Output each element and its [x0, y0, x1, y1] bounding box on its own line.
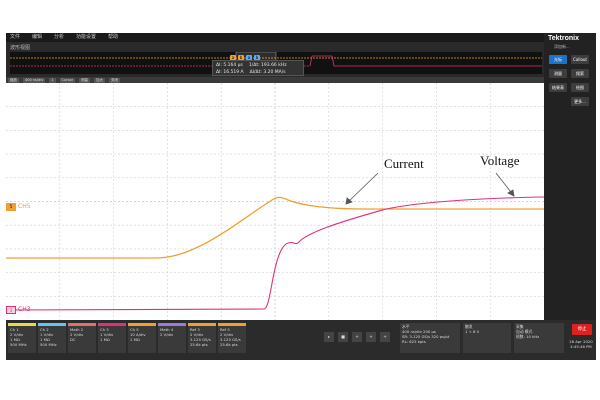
stop-control[interactable]: ■	[338, 332, 348, 342]
horizontal-info[interactable]: 水平 400 ns/div 200 µs SR: 3.125 GS/s 320 …	[400, 323, 460, 353]
toolbar-btn-measure[interactable]: 测量	[79, 77, 91, 83]
menu-edit[interactable]: 编辑	[32, 35, 42, 40]
cursor-button[interactable]: 光标	[549, 55, 567, 64]
ch5-label: CH5	[18, 203, 31, 210]
toolbar-btn-timebase[interactable]: 400 ns/div	[23, 77, 46, 83]
badge-ch3[interactable]: Ch 3 1 V/div 1 MΩ	[98, 323, 126, 353]
acquisition-frames: 帧数: 10 kHz	[516, 334, 540, 339]
toolbar-btn-1[interactable]: 1	[49, 77, 56, 83]
voltage-arrow	[495, 172, 515, 197]
plot-button[interactable]: 绘图	[571, 83, 589, 92]
trace-ch3	[6, 196, 545, 311]
badge-ch5-impedance: 1 MΩ	[130, 337, 140, 342]
menu-bar: 文件 编辑 分析 功能设置 帮助	[6, 33, 544, 42]
trigger-level: 1 ∿ 8 V	[465, 329, 480, 334]
oscilloscope-window: 文件 编辑 分析 功能设置 帮助 波形视图 a b a b ΔI: 5.164 …	[6, 33, 596, 360]
tektronix-logo: Tektronix	[548, 35, 579, 42]
badge-ch2-bandwidth: 500 MHz	[40, 342, 57, 347]
time-text: 4:45:46 PM	[570, 344, 592, 349]
badge-ch2[interactable]: Ch 2 1 V/div 1 MΩ 500 MHz	[38, 323, 66, 353]
current-annotation: Current	[384, 156, 424, 171]
badge-ch1[interactable]: Ch 1 2 V/div 1 MΩ 500 MHz	[8, 323, 36, 353]
badge-ref5[interactable]: Ref 5 2 V/div 3.125 GS/s 25.6k pts	[218, 323, 246, 353]
horizontal-recordlength: RL: 625 kpts	[402, 339, 426, 344]
channel-badge-bar: Ch 1 2 V/div 1 MΩ 500 MHz Ch 2 1 V/div 1…	[6, 320, 596, 360]
readout-delta-t: ΔI: 5.164 µs	[216, 63, 243, 68]
graticule-grid	[6, 83, 544, 320]
zoom-trace-ch3-pulse	[309, 55, 542, 67]
menu-file[interactable]: 文件	[10, 35, 20, 40]
toolbar-btn-zoom[interactable]: 缩放	[8, 77, 19, 83]
search-button[interactable]: 搜索	[571, 69, 589, 78]
badge-ch3-impedance: 1 MΩ	[100, 337, 110, 342]
date-time-display: 26 Apr 2020 4:45:46 PM	[568, 339, 594, 349]
ch3-marker-tag: 3	[6, 305, 16, 314]
toolbar-btn-enlarge[interactable]: 加大	[94, 77, 106, 83]
zoom-overview-label: 波形视图	[10, 45, 31, 51]
bus-control[interactable]: +	[380, 332, 390, 342]
badge-math4[interactable]: Math 4 2 V/div	[158, 323, 186, 353]
ch5-marker-tag: 5	[6, 202, 16, 211]
badge-math4-scale: 2 V/div	[160, 332, 174, 337]
menu-analyze[interactable]: 分析	[54, 35, 64, 40]
ch5-marker[interactable]: 5 CH5	[6, 202, 32, 211]
callout-button[interactable]: Callout	[571, 55, 589, 64]
readout-slope: ΔI/Δt: 3.20 MA/s	[249, 70, 286, 75]
cursor-readout: ΔI: 5.164 µs 1/Δt: 193.66 kHz ΔI: 16.519…	[212, 60, 304, 76]
badge-math2-coupling: DC	[70, 337, 76, 342]
badge-math2[interactable]: Math 2 2 V/div DC	[68, 323, 96, 353]
waveform-plot[interactable]: 5 CH5 3 CH3 Current Voltage	[6, 83, 545, 320]
results-table-button[interactable]: 结果表	[549, 83, 567, 92]
menu-settings[interactable]: 功能设置	[76, 35, 96, 40]
math-control[interactable]: +	[352, 332, 362, 342]
side-panel: Tektronix 添加新... 光标 Callout 测量 搜索 结果表 绘图…	[544, 33, 596, 320]
zoom-overview: 波形视图 a b a b ΔI: 5.164 µs 1/Δt: 193.66 k…	[6, 42, 544, 77]
waveform-svg	[6, 83, 545, 320]
badge-ref5-points: 25.6k pts	[220, 342, 238, 347]
menu-help[interactable]: 帮助	[108, 35, 118, 40]
readout-delta-i: ΔI: 16.519 A	[216, 70, 244, 75]
run-stop-button[interactable]: 停止	[572, 324, 592, 335]
badge-ref3[interactable]: Ref 3 2 V/div 3.125 GS/s 25.6k pts	[188, 323, 216, 353]
play-control[interactable]: ▸	[324, 332, 334, 342]
badge-ch5[interactable]: Ch 5 10 A/div 1 MΩ	[128, 323, 156, 353]
ref-control[interactable]: +	[366, 332, 376, 342]
readout-inverse-delta-t: 1/Δt: 193.66 kHz	[248, 63, 287, 68]
brand-subtitle: 添加新...	[554, 44, 570, 49]
more-button[interactable]: 更多...	[571, 97, 589, 106]
toolbar-btn-cursor[interactable]: Cursor	[59, 77, 76, 83]
toolbar-btn-close[interactable]: 关闭	[109, 77, 121, 83]
ch3-marker[interactable]: 3 CH3	[6, 305, 32, 314]
measure-button[interactable]: 测量	[549, 69, 567, 78]
badge-ch1-bandwidth: 500 MHz	[10, 342, 27, 347]
ch3-label: CH3	[18, 306, 31, 313]
trigger-info[interactable]: 触发 1 ∿ 8 V	[463, 323, 511, 353]
badge-ref3-points: 25.6k pts	[190, 342, 208, 347]
acquisition-info[interactable]: 采集 自动 模式 帧数: 10 kHz	[514, 323, 564, 353]
voltage-annotation: Voltage	[480, 153, 520, 168]
